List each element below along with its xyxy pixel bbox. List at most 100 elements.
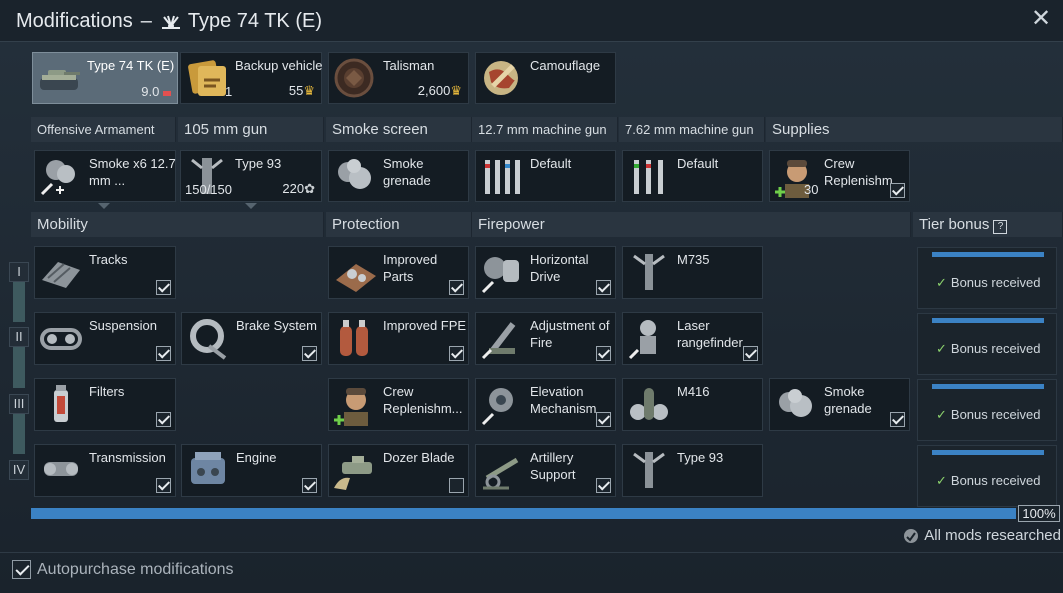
mod-elevation-mechanism[interactable]: Elevation Mechanism — [475, 378, 616, 431]
brake-icon — [190, 319, 227, 360]
mod-horizontal-drive[interactable]: Horizontal Drive — [475, 246, 616, 299]
crewman-icon — [334, 388, 368, 426]
mod-checkbox[interactable] — [449, 478, 464, 493]
mod-checkbox[interactable] — [449, 346, 464, 361]
talisman-label: Talisman — [383, 58, 435, 73]
supplies-checkbox[interactable] — [890, 183, 905, 198]
research-percent: 100% — [1018, 505, 1060, 522]
camouflage-card[interactable]: Camouflage — [475, 52, 616, 104]
camouflage-icon — [484, 61, 518, 95]
mod-label: Suspension — [89, 318, 157, 333]
autopurchase-toggle[interactable]: Autopurchase modifications — [12, 560, 234, 579]
bonus-label: Bonus received — [950, 473, 1041, 488]
mod-checkbox[interactable] — [596, 478, 611, 493]
artillery-icon — [483, 457, 519, 490]
mod-checkbox[interactable] — [302, 478, 317, 493]
bonus-text: ✓ Bonus received — [936, 473, 1041, 489]
mod-engine[interactable]: Engine — [181, 444, 322, 497]
mod-crew-replenishment[interactable]: Crew Replenishm... — [328, 378, 469, 431]
smoke-icon — [338, 159, 371, 189]
mod-checkbox[interactable] — [156, 280, 171, 295]
weapon-label: Smoke grenade — [383, 156, 431, 188]
tier-4-label: IV — [9, 460, 29, 480]
title-dash: – — [140, 10, 152, 32]
weapon-default-127[interactable]: Default — [475, 150, 616, 202]
autopurchase-label: Autopurchase modifications — [37, 560, 234, 578]
window-title: Modifications – Type 74 TK (E) — [16, 10, 322, 33]
mod-label: M735 — [677, 252, 710, 267]
mod-m735[interactable]: M735 — [622, 246, 763, 299]
tier-bonus-3: ✓ Bonus received — [917, 379, 1057, 441]
mod-m416[interactable]: M416 — [622, 378, 763, 431]
mod-artillery-support[interactable]: Artillery Support — [475, 444, 616, 497]
all-mods-status: All mods researched — [903, 527, 1061, 544]
backup-vehicle-icon — [188, 60, 226, 96]
mod-tracks[interactable]: Tracks — [34, 246, 176, 299]
bonus-text: ✓ Bonus received — [936, 275, 1041, 291]
mod-checkbox[interactable] — [890, 412, 905, 427]
mod-checkbox[interactable] — [302, 346, 317, 361]
smoke-icon — [779, 389, 812, 417]
engine-icon — [191, 452, 225, 484]
backup-vehicle-card[interactable]: Backup vehicle 1 55♛ — [180, 52, 322, 104]
gear-wrench-icon — [481, 388, 513, 426]
mod-checkbox[interactable] — [596, 280, 611, 295]
mod-dozer-blade[interactable]: Dozer Blade — [328, 444, 469, 497]
vehicle-card[interactable]: Type 74 TK (E) 9.0 — [32, 52, 178, 104]
transmission-icon — [44, 462, 78, 476]
header-supplies: Supplies — [766, 117, 1063, 142]
mod-checkbox[interactable] — [596, 346, 611, 361]
talisman-card[interactable]: Talisman 2,600♛ — [328, 52, 469, 104]
tier-bonus-label: Tier bonus — [919, 216, 990, 233]
mod-laser-rangefinder[interactable]: Laser rangefinder — [622, 312, 763, 365]
tier-3-label: III — [9, 394, 29, 414]
ammo-price: 220✿ — [282, 181, 315, 196]
mod-filters[interactable]: Filters — [34, 378, 176, 431]
weapon-label: Type 93 — [235, 156, 282, 171]
header-762mm-mg: 7.62 mm machine gun — [619, 117, 765, 142]
close-button[interactable]: ✕ — [1029, 7, 1053, 32]
tier-bonus-4: ✓ Bonus received — [917, 445, 1057, 507]
mod-adjustment-of-fire[interactable]: Adjustment of Fire — [475, 312, 616, 365]
autopurchase-checkbox[interactable] — [12, 560, 31, 579]
smoke-wrench-icon — [40, 160, 75, 196]
vehicle-title: Type 74 TK (E) — [187, 10, 322, 32]
weapon-smoke-x6[interactable]: Smoke x6 12.7 mm ... — [34, 150, 176, 202]
help-icon[interactable]: ? — [993, 220, 1008, 234]
mod-transmission[interactable]: Transmission — [34, 444, 176, 497]
check-icon: ✓ — [936, 275, 947, 290]
japan-flag-icon — [161, 15, 180, 29]
mod-brake-system[interactable]: Brake System — [181, 312, 322, 365]
header-127mm-mg: 12.7 mm machine gun — [472, 117, 618, 142]
vehicle-name: Type 74 TK (E) — [87, 58, 175, 73]
weapon-default-762[interactable]: Default — [622, 150, 763, 202]
supplies-crew-replenishment[interactable]: Crew Replenishm... 30 — [769, 150, 910, 202]
check-icon: ✓ — [936, 407, 947, 422]
mod-checkbox[interactable] — [596, 412, 611, 427]
mod-improved-fpe[interactable]: Improved FPE — [328, 312, 469, 365]
mortar-wrench-icon — [481, 322, 516, 360]
golden-eagle-icon: ♛ — [450, 83, 462, 98]
mod-type93[interactable]: Type 93 — [622, 444, 763, 497]
mod-checkbox[interactable] — [156, 412, 171, 427]
bullets-icon — [485, 160, 520, 194]
mod-label: Tracks — [89, 252, 128, 267]
mod-checkbox[interactable] — [156, 478, 171, 493]
all-mods-label: All mods researched — [924, 527, 1061, 544]
weapon-smoke-grenade[interactable]: Smoke grenade — [328, 150, 469, 202]
mod-label: Transmission — [89, 450, 166, 465]
modifications-window: Modifications – Type 74 TK (E) ✕ Type 74… — [0, 0, 1063, 593]
header-tier-bonus: Tier bonus ? — [913, 212, 1063, 237]
mod-improved-parts[interactable]: Improved Parts — [328, 246, 469, 299]
mod-checkbox[interactable] — [156, 346, 171, 361]
header-firepower: Firepower — [472, 212, 911, 237]
weapon-type93[interactable]: Type 93 150/150 220✿ — [180, 150, 322, 202]
mod-checkbox[interactable] — [449, 280, 464, 295]
mod-smoke-grenade[interactable]: Smoke grenade — [769, 378, 910, 431]
mod-suspension[interactable]: Suspension — [34, 312, 176, 365]
mod-label: Crew Replenishm... — [383, 384, 463, 416]
check-icon: ✓ — [936, 473, 947, 488]
golden-eagle-icon: ♛ — [303, 83, 315, 98]
mod-checkbox[interactable] — [743, 346, 758, 361]
bullets-icon — [634, 160, 663, 194]
